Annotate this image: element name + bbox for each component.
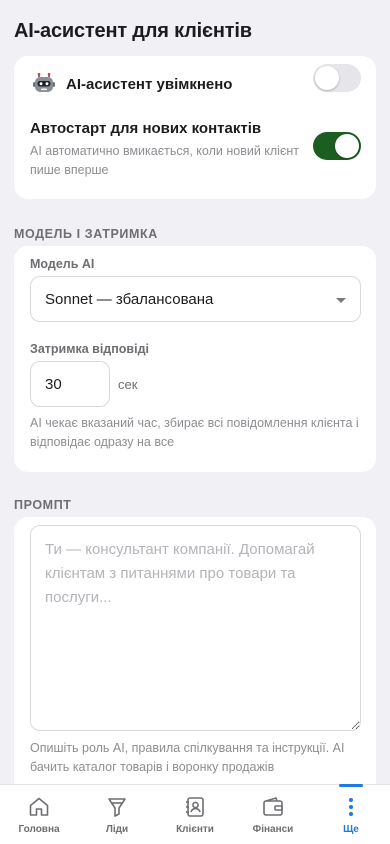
assistant-enabled-toggle[interactable] bbox=[313, 64, 361, 92]
ai-assistant-settings-screen: AI-асистент для клієнтів AI-асистент уві bbox=[0, 0, 390, 844]
toggle-knob bbox=[315, 66, 339, 90]
delay-input[interactable] bbox=[30, 361, 110, 407]
autostart-toggle[interactable] bbox=[313, 132, 361, 160]
delay-label: Затримка відповіді bbox=[30, 342, 149, 356]
tab-label: Ще bbox=[343, 824, 359, 835]
assistant-card: AI-асистент увімкнено Автостарт для нови… bbox=[14, 56, 376, 199]
tab-home[interactable]: Головна bbox=[0, 785, 78, 844]
robot-icon bbox=[33, 72, 55, 92]
content-scroll[interactable]: AI-асистент для клієнтів AI-асистент уві bbox=[0, 0, 390, 784]
wallet-icon bbox=[263, 797, 283, 816]
page-title: AI-асистент для клієнтів bbox=[14, 20, 252, 42]
funnel-icon bbox=[108, 798, 126, 817]
tab-label: Клієнти bbox=[176, 824, 214, 835]
model-select-value: Sonnet — збалансована bbox=[45, 291, 214, 308]
model-card: Модель AI Sonnet — збалансована Затримка… bbox=[14, 246, 376, 472]
prompt-textarea[interactable] bbox=[30, 525, 361, 731]
tab-label: Ліди bbox=[105, 824, 129, 835]
tab-finance[interactable]: Фінанси bbox=[234, 785, 312, 844]
section-title-prompt: ПРОМПТ bbox=[14, 498, 72, 512]
tab-label: Головна bbox=[18, 824, 60, 835]
toggle-knob bbox=[335, 134, 359, 158]
assistant-enabled-label: AI-асистент увімкнено bbox=[66, 76, 233, 93]
delay-description: AI чекає вказаний час, збирає всі повідо… bbox=[30, 416, 359, 449]
chevron-down-icon bbox=[336, 298, 346, 303]
home-icon bbox=[29, 797, 49, 816]
tab-clients[interactable]: Клієнти bbox=[156, 785, 234, 844]
model-select[interactable]: Sonnet — збалансована bbox=[30, 276, 361, 322]
assistant-enabled-row: AI-асистент увімкнено bbox=[32, 64, 362, 104]
active-tab-indicator bbox=[339, 784, 363, 787]
tab-leads[interactable]: Ліди bbox=[78, 785, 156, 844]
more-icon bbox=[349, 798, 353, 816]
prompt-card: Опишіть роль AI, правила спілкування та … bbox=[14, 517, 376, 784]
section-title-model: МОДЕЛЬ І ЗАТРИМКА bbox=[14, 227, 158, 241]
prompt-description: Опишіть роль AI, правила спілкування та … bbox=[30, 741, 345, 774]
tab-label: Фінанси bbox=[252, 824, 294, 835]
tab-more[interactable]: Ще bbox=[312, 785, 390, 844]
autostart-description: AI автоматично вмикається, коли новий кл… bbox=[30, 144, 299, 177]
contacts-icon bbox=[186, 797, 204, 817]
autostart-title: Автостарт для нових контактів bbox=[30, 120, 262, 137]
model-label: Модель AI bbox=[30, 257, 95, 271]
bottom-tab-bar: Головна Ліди Клієнти Фінанси Ще bbox=[0, 784, 390, 844]
delay-unit: сек bbox=[118, 377, 138, 392]
